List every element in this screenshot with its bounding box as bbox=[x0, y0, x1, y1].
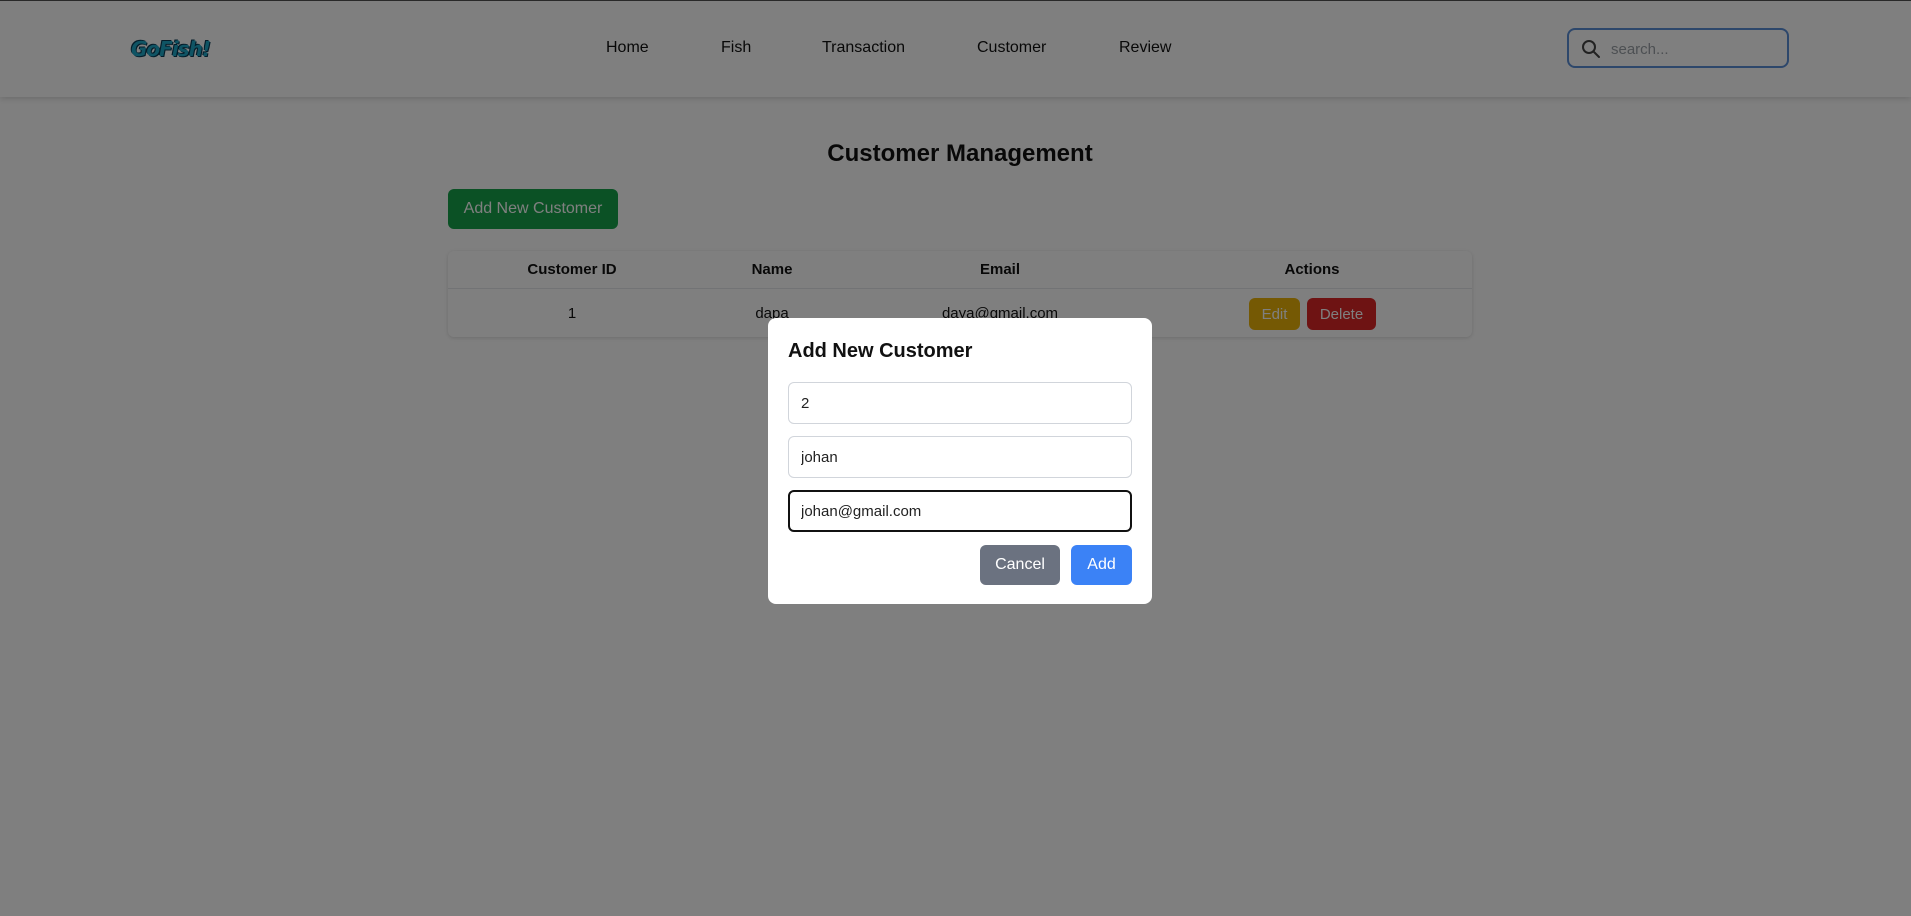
cancel-button[interactable]: Cancel bbox=[980, 545, 1060, 585]
customer-name-field[interactable] bbox=[788, 436, 1132, 478]
customer-id-field[interactable] bbox=[788, 382, 1132, 424]
add-customer-modal: Add New Customer Cancel Add bbox=[768, 318, 1152, 604]
add-button[interactable]: Add bbox=[1071, 545, 1132, 585]
customer-email-field[interactable] bbox=[788, 490, 1132, 532]
modal-title: Add New Customer bbox=[788, 340, 973, 362]
